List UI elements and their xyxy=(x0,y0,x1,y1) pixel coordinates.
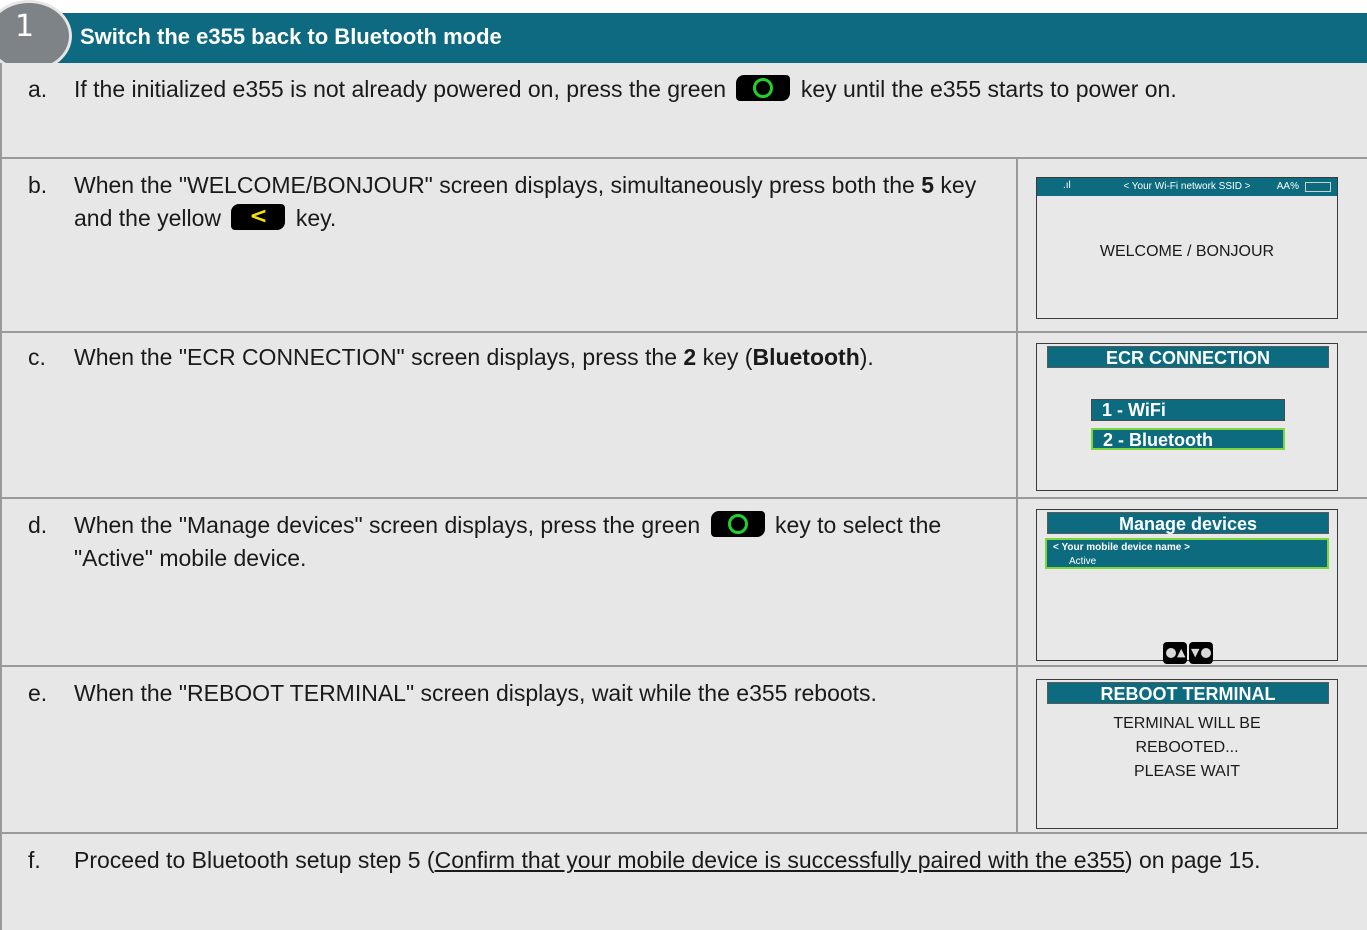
device-name: < Your mobile device name > xyxy=(1053,542,1190,553)
step-text-part: key ( xyxy=(702,344,753,370)
step-row-c: c. When the "ECR CONNECTION" screen disp… xyxy=(2,333,1367,499)
step-text-part: When the "Manage devices" screen display… xyxy=(74,512,701,538)
column-divider xyxy=(1016,159,1018,331)
step-row-d: d. When the "Manage devices" screen disp… xyxy=(2,499,1367,667)
step-text-part: When the "REBOOT TERMINAL" screen displa… xyxy=(74,680,877,706)
step-letter: c. xyxy=(28,344,46,370)
reboot-terminal-screen-image: REBOOT TERMINAL TERMINAL WILL BE REBOOTE… xyxy=(1036,679,1338,829)
column-divider xyxy=(1016,667,1018,832)
step-text-part: key. xyxy=(295,205,337,231)
status-bar: .ıl < Your Wi-Fi network SSID > AA% xyxy=(1037,178,1337,196)
step-text-part: ) on page 15. xyxy=(1124,847,1261,873)
manage-devices-screen-image: Manage devices < Your mobile device name… xyxy=(1036,509,1338,664)
step-text-part: ). xyxy=(859,344,874,370)
battery-icon xyxy=(1305,182,1331,192)
step-letter: b. xyxy=(28,172,48,198)
step-text-part: key until the e355 starts to power on. xyxy=(800,76,1177,102)
screen-title: ECR CONNECTION xyxy=(1047,346,1329,368)
section-title: Switch the e355 back to Bluetooth mode xyxy=(80,24,502,49)
step-text-part: When the "WELCOME/BONJOUR" screen displa… xyxy=(74,172,915,198)
step-letter: a. xyxy=(28,76,48,102)
column-divider xyxy=(1016,499,1018,665)
screen-title: Manage devices xyxy=(1047,512,1329,534)
step-text: When the "REBOOT TERMINAL" screen displa… xyxy=(74,677,1004,710)
nav-keys: ▲ ▼ xyxy=(1163,642,1213,664)
step-text: If the initialized e355 is not already p… xyxy=(74,73,1344,106)
step-letter: e. xyxy=(28,680,48,706)
bluetooth-option: 2 - Bluetooth xyxy=(1091,428,1285,450)
welcome-screen-image: .ıl < Your Wi-Fi network SSID > AA% WELC… xyxy=(1036,177,1338,319)
step-row-b: b. When the "WELCOME/BONJOUR" screen dis… xyxy=(2,159,1367,333)
step-text: When the "WELCOME/BONJOUR" screen displa… xyxy=(74,169,1004,235)
yellow-back-key-icon: < xyxy=(231,203,286,230)
step-text: When the "Manage devices" screen display… xyxy=(74,509,1004,575)
step-text: When the "ECR CONNECTION" screen display… xyxy=(74,341,1004,374)
welcome-message: WELCOME / BONJOUR xyxy=(1099,243,1275,260)
step-number: 1 xyxy=(15,9,35,44)
step-row-e: e. When the "REBOOT TERMINAL" screen dis… xyxy=(2,667,1367,834)
battery-level: AA% xyxy=(1276,181,1299,192)
step-letter: f. xyxy=(28,847,41,873)
nav-down-key-icon: ▼ xyxy=(1189,642,1213,664)
bluetooth-label: Bluetooth xyxy=(752,344,860,370)
instructions-table: a. If the initialized e355 is not alread… xyxy=(0,63,1367,930)
device-list-item: < Your mobile device name > Active xyxy=(1045,538,1329,569)
step-row-f: f. Proceed to Bluetooth setup step 5 (Co… xyxy=(2,834,1367,930)
key-number: 5 xyxy=(921,172,935,198)
section-header: 1 Switch the e355 back to Bluetooth mode xyxy=(0,0,1367,72)
column-divider xyxy=(1016,333,1018,497)
screen-title: REBOOT TERMINAL xyxy=(1047,682,1329,704)
step-text-part: Proceed to Bluetooth setup step 5 ( xyxy=(74,847,435,873)
reboot-line: PLEASE WAIT xyxy=(1133,763,1241,780)
green-circle-key-icon xyxy=(710,510,765,537)
nav-up-key-icon: ▲ xyxy=(1163,642,1187,664)
step-text-part: If the initialized e355 is not already p… xyxy=(74,76,727,102)
reboot-line: TERMINAL WILL BE xyxy=(1113,715,1261,732)
step-text-part: When the "ECR CONNECTION" screen display… xyxy=(74,344,678,370)
cross-reference-link[interactable]: Confirm that your mobile device is succe… xyxy=(435,847,1125,873)
step-row-a: a. If the initialized e355 is not alread… xyxy=(2,63,1367,159)
step-letter: d. xyxy=(28,512,48,538)
device-status: Active xyxy=(1069,556,1097,567)
green-circle-key-icon xyxy=(736,74,791,101)
wifi-option: 1 - WiFi xyxy=(1091,399,1285,421)
key-number: 2 xyxy=(683,344,697,370)
ecr-connection-screen-image: ECR CONNECTION 1 - WiFi 2 - Bluetooth xyxy=(1036,343,1338,491)
reboot-line: REBOOTED... xyxy=(1135,739,1239,756)
step-text: Proceed to Bluetooth setup step 5 (Confi… xyxy=(74,844,1344,877)
